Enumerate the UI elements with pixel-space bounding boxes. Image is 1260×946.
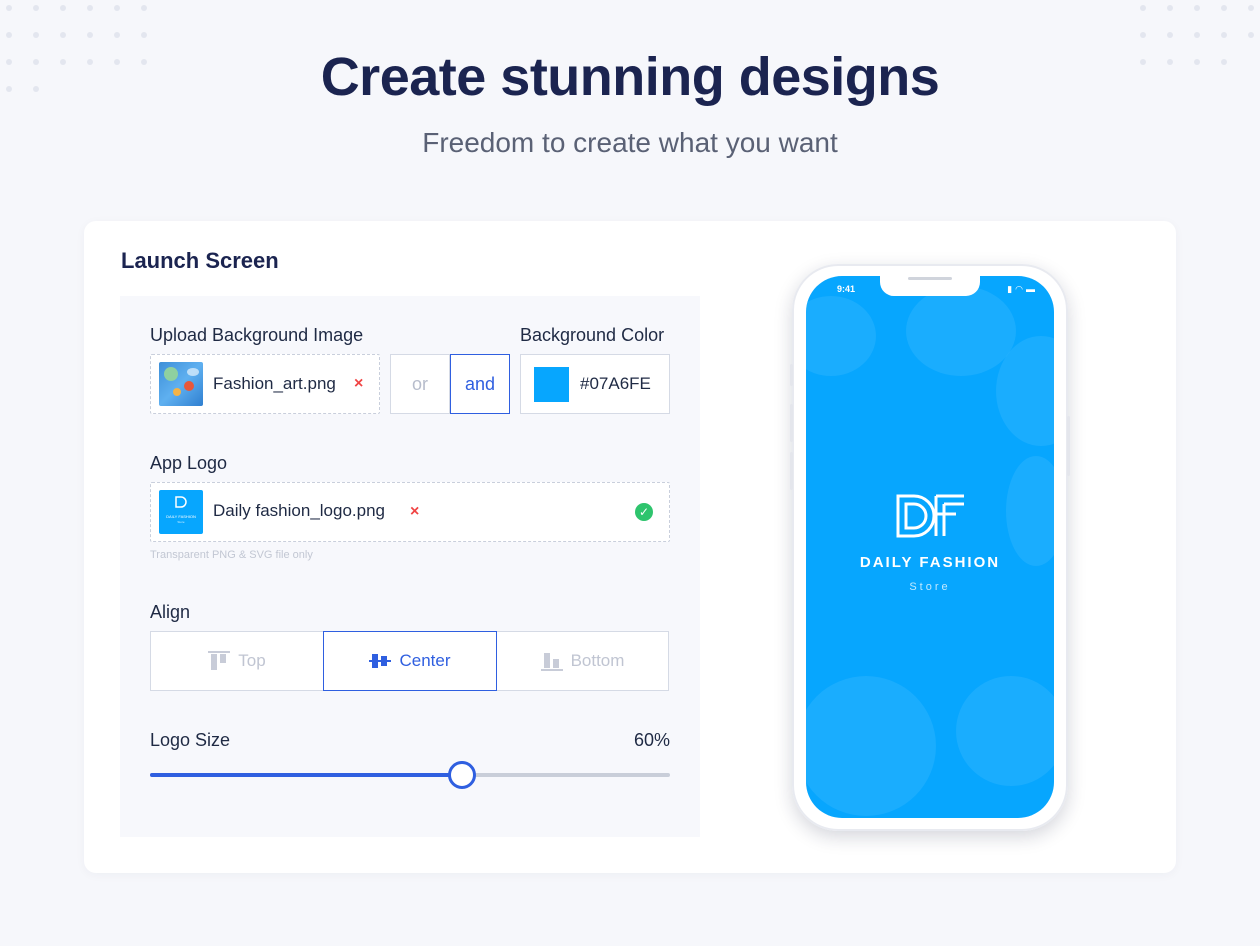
- align-center-icon: [369, 651, 392, 671]
- align-label: Align: [150, 602, 191, 622]
- align-top-button[interactable]: Top: [150, 631, 324, 691]
- align-bottom-label: Bottom: [570, 651, 625, 670]
- phone-brand-tagline: Store: [909, 581, 951, 593]
- phone-notch: [880, 276, 980, 296]
- remove-background-icon[interactable]: ×: [354, 375, 363, 393]
- background-file-name: Fashion_art.png: [213, 374, 336, 393]
- logo-size-slider-fill: [150, 773, 462, 777]
- daily-fashion-logo-icon: [896, 494, 964, 538]
- phone-screen: 9:41 ▮◠▬ DAILY FASHION Store: [806, 276, 1054, 818]
- phone-volume-down-button: [790, 452, 793, 490]
- upload-background-label: Upload Background Image: [150, 325, 364, 345]
- bg-accessory-shape: [956, 676, 1054, 786]
- background-color-label: Background Color: [520, 325, 665, 345]
- status-time: 9:41: [837, 284, 856, 294]
- align-top-label: Top: [238, 651, 266, 670]
- phone-brand-name: DAILY FASHION: [859, 554, 1001, 571]
- align-bottom-button[interactable]: Bottom: [496, 631, 669, 691]
- background-image-thumbnail: [159, 362, 203, 406]
- svg-text:DAILY FASHION: DAILY FASHION: [166, 514, 196, 519]
- bg-accessory-shape: [1006, 456, 1054, 566]
- align-center-label: Center: [399, 651, 451, 670]
- settings-panel: Upload Background Image Fashion_art.png …: [120, 296, 700, 837]
- align-top-icon: [208, 651, 231, 671]
- phone-power-button: [1067, 416, 1070, 476]
- svg-text:Store: Store: [177, 520, 185, 524]
- logo-thumbnail: DAILY FASHION Store: [159, 490, 203, 534]
- remove-logo-icon[interactable]: ×: [410, 503, 419, 521]
- hero-title: Create stunning designs: [320, 47, 940, 107]
- logo-file-name: Daily fashion_logo.png: [213, 501, 386, 520]
- background-image-upload[interactable]: Fashion_art.png ×: [150, 354, 380, 414]
- app-logo-label: App Logo: [150, 453, 228, 473]
- logo-size-label: Logo Size: [150, 730, 231, 750]
- color-swatch[interactable]: [534, 367, 569, 402]
- status-icons: ▮◠▬: [1007, 284, 1038, 295]
- logo-size-slider-handle[interactable]: [448, 761, 476, 789]
- hero-subtitle: Freedom to create what you want: [422, 127, 838, 158]
- phone-mute-button: [790, 364, 793, 386]
- logo-size-value: 60%: [633, 730, 670, 750]
- card-title: Launch Screen: [121, 248, 279, 273]
- wifi-icon: ◠: [1015, 284, 1026, 294]
- bg-accessory-shape: [906, 286, 1016, 376]
- upload-success-icon: ✓: [635, 503, 653, 521]
- color-hex-value: #07A6FE: [580, 374, 651, 393]
- signal-icon: ▮: [1007, 284, 1016, 294]
- toggle-and[interactable]: and: [450, 354, 510, 414]
- launch-screen-card: Launch Screen Upload Background Image Fa…: [84, 221, 1176, 873]
- align-bottom-icon: [540, 651, 563, 671]
- phone-preview: 9:41 ▮◠▬ DAILY FASHION Store: [790, 264, 1070, 831]
- logo-format-hint: Transparent PNG & SVG file only: [150, 549, 313, 561]
- phone-volume-up-button: [790, 404, 793, 442]
- bg-accessory-shape: [806, 296, 876, 376]
- toggle-or[interactable]: or: [390, 354, 450, 414]
- bg-accessory-shape: [806, 676, 936, 816]
- app-logo-upload[interactable]: DAILY FASHION Store Daily fashion_logo.p…: [150, 482, 670, 542]
- background-color-picker[interactable]: #07A6FE: [520, 354, 670, 414]
- align-center-button[interactable]: Center: [323, 631, 497, 691]
- battery-icon: ▬: [1026, 284, 1038, 294]
